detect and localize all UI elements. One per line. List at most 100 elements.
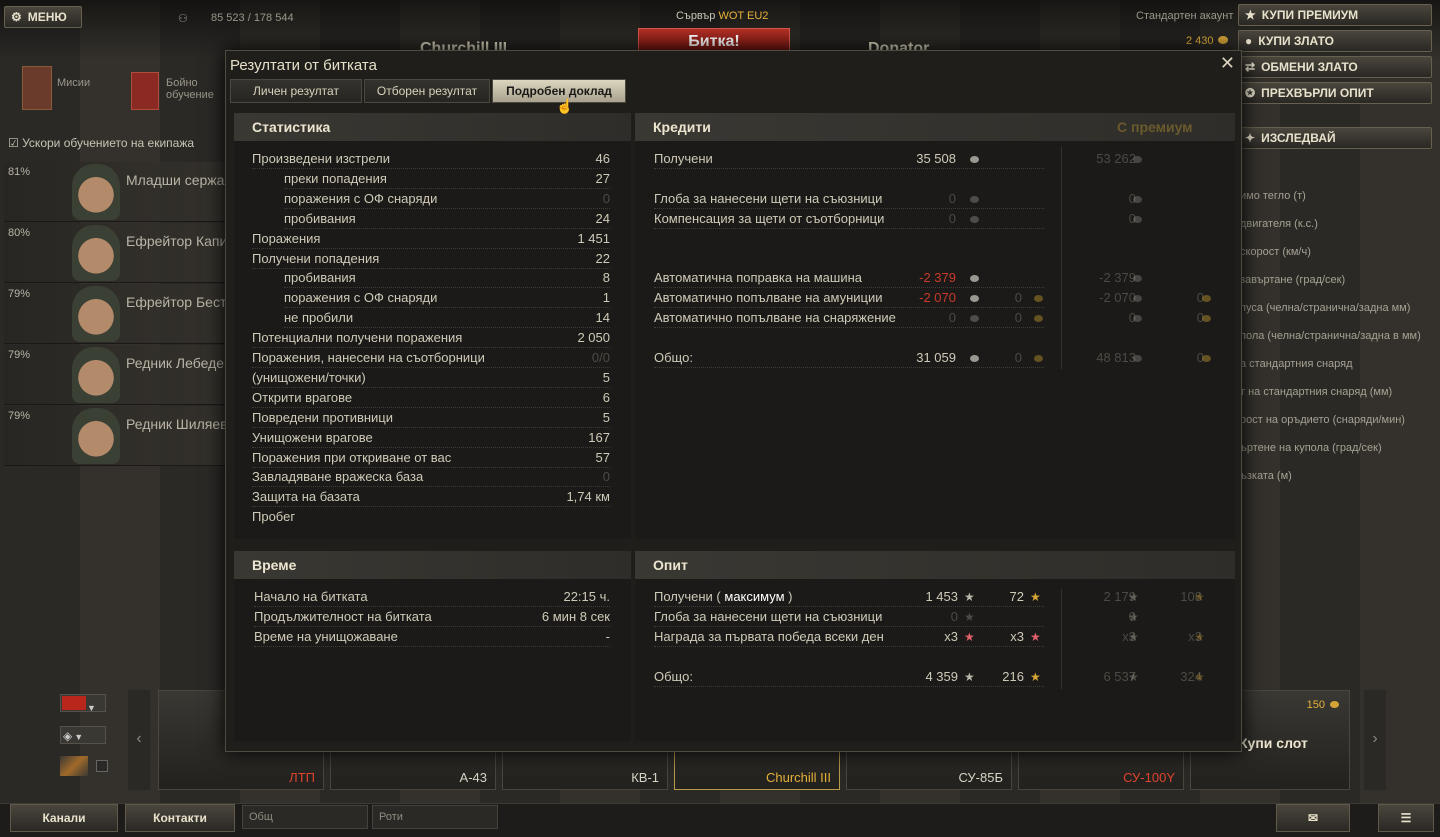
exp-label-text: Награда за първата победа всеки ден: [654, 629, 884, 644]
exp-amount: 4 359: [925, 669, 958, 684]
row-underline: [654, 307, 1044, 308]
stat-value: 8: [602, 270, 610, 286]
crew-member[interactable]: 79% Редник Лебедев: [4, 345, 226, 405]
checkbox-icon[interactable]: ☑: [8, 136, 19, 150]
chat-icon: ✉: [1307, 811, 1319, 825]
row-underline: [252, 406, 610, 408]
stat-label: Получени попадения: [252, 250, 380, 266]
stat-label: Поражения, нанесени на съотборници: [252, 350, 485, 365]
credit-label: Глоба за нанесени щети на съюзници: [654, 191, 883, 206]
time-header: Време: [234, 551, 631, 579]
accelerate-label: Ускори обучението на екипажа: [22, 136, 195, 150]
crew-member[interactable]: 79% Редник Шиляев: [4, 406, 226, 466]
exchange-gold-button[interactable]: ⇄ ОБМЕНИ ЗЛАТО: [1238, 56, 1432, 78]
nation-filter-dropdown[interactable]: ▼: [60, 694, 106, 713]
credit-label: Автоматично попълване на амуниции: [654, 290, 883, 305]
row-underline: [252, 466, 610, 468]
row-underline: [654, 686, 1044, 687]
xp-star-icon: ★: [964, 670, 975, 684]
gold-coin-icon: [1034, 355, 1043, 362]
accelerate-crew-checkbox[interactable]: ☑ Ускори обучението на екипажа: [8, 136, 194, 150]
crew-member[interactable]: 80% Ефрейтор Капитон: [4, 223, 226, 283]
close-icon[interactable]: ✕: [1220, 53, 1235, 74]
server-name[interactable]: WOT EU2: [718, 10, 768, 22]
contacts-button[interactable]: Контакти: [125, 804, 235, 832]
carousel-right-arrow[interactable]: ›: [1364, 690, 1386, 790]
menu-button[interactable]: ⚙ МЕНЮ: [4, 6, 82, 28]
row-underline: [284, 307, 610, 309]
crew-member[interactable]: 81% Младши сержант: [4, 162, 226, 222]
row-underline: [654, 327, 1044, 328]
vehicle-param-label: ъртене на купола (град/сек): [1240, 442, 1382, 454]
gold-balance: 2 430: [1186, 35, 1214, 47]
buy-premium-button[interactable]: ★ КУПИ ПРЕМИУМ: [1238, 4, 1432, 26]
free-xp-icon: ★: [1030, 670, 1041, 684]
chat-button[interactable]: ✉: [1276, 804, 1350, 832]
stat-value: 27: [595, 170, 610, 186]
type-filter-dropdown[interactable]: ◈ ▼: [60, 726, 106, 744]
buy-slot-label: Купи слот: [1239, 735, 1308, 751]
stat-value: 46: [595, 151, 610, 166]
row-underline: [654, 646, 1044, 647]
silver-coin-icon: [1133, 216, 1142, 223]
row-underline: [654, 208, 1044, 209]
vehicle-param-label: завъртане (град/сек): [1240, 274, 1346, 286]
menu-icon: ⚙: [11, 10, 22, 24]
gold-icon: [1330, 701, 1339, 708]
row-underline: [654, 228, 1044, 229]
crew-member[interactable]: 79% Ефрейтор Бестуж: [4, 284, 226, 344]
buy-gold-button[interactable]: ● КУПИ ЗЛАТО: [1238, 30, 1432, 52]
research-button[interactable]: ✦ ИЗСЛЕДВАЙ: [1238, 127, 1432, 149]
gold-coin-icon: [1034, 315, 1043, 322]
players-online-counter: 85 523 / 178 544: [211, 12, 294, 24]
convert-xp-label: ПРЕХВЪРЛИ ОПИТ: [1261, 86, 1374, 100]
tank-name: А-43: [459, 770, 487, 785]
free-xp-amount: 72: [1009, 589, 1024, 604]
gold-coin-icon: [1202, 295, 1211, 302]
stat-label: Завладяване вражеска база: [252, 469, 424, 485]
crew-skill-pct: 79%: [8, 288, 31, 300]
convert-xp-button[interactable]: ✪ ПРЕХВЪРЛИ ОПИТ: [1238, 82, 1432, 104]
tab-personal[interactable]: Личен резултат: [230, 79, 362, 103]
gold-coin-icon: [1202, 355, 1211, 362]
premium-filter-icon[interactable]: [60, 756, 88, 776]
crew-skill-pct: 79%: [8, 410, 31, 422]
crew-portrait: [72, 347, 120, 403]
silver-coin-icon: [970, 196, 979, 203]
exchange-icon: ⇄: [1245, 60, 1256, 74]
exp-amount: 0: [950, 609, 958, 624]
mouse-cursor-icon: ☝: [556, 98, 574, 114]
stat-label: (унищожени/точки): [252, 369, 366, 385]
stat-value: 24: [595, 210, 610, 226]
exchange-gold-label: ОБМЕНИ ЗЛАТО: [1261, 60, 1358, 74]
premium-filter-checkbox[interactable]: [96, 760, 108, 772]
row-underline: [252, 367, 610, 368]
battle-button[interactable]: Битка!: [638, 28, 790, 52]
silver-coin-icon: [970, 315, 979, 322]
exp-max-link[interactable]: максимум: [724, 589, 784, 604]
missions-icon[interactable]: [22, 66, 52, 110]
silver-coin-icon: [970, 275, 979, 282]
carousel-left-arrow[interactable]: ‹: [128, 690, 150, 790]
tank-name: Churchill III: [765, 770, 831, 785]
row-underline: [654, 367, 1044, 368]
tab-team[interactable]: Отборен резултат: [364, 79, 490, 103]
row-underline: [252, 446, 610, 448]
row-underline: [254, 646, 610, 647]
row-underline: [252, 486, 610, 488]
channels-button[interactable]: Канали: [10, 804, 118, 832]
stat-value: 5: [602, 369, 610, 385]
silver-coin-icon: [970, 156, 979, 163]
research-icon: ✦: [1245, 131, 1256, 145]
gold-amount: 0: [1014, 350, 1022, 365]
notifications-button[interactable]: ☰: [1378, 804, 1434, 832]
training-icon[interactable]: [131, 72, 159, 110]
premium-credit-amount: 53 262: [1096, 151, 1136, 166]
exp-label: Общо:: [654, 669, 693, 684]
server-info: Сървър WOT EU2: [676, 10, 768, 22]
column-divider: [1061, 147, 1062, 369]
channel-tab-general[interactable]: Общ: [242, 805, 368, 829]
battle-results-dialog: Резултати от битката ✕ Личен резултат От…: [225, 50, 1242, 752]
gold-amount: 0: [1014, 310, 1022, 325]
channel-tab-companies[interactable]: Роти: [372, 805, 498, 829]
